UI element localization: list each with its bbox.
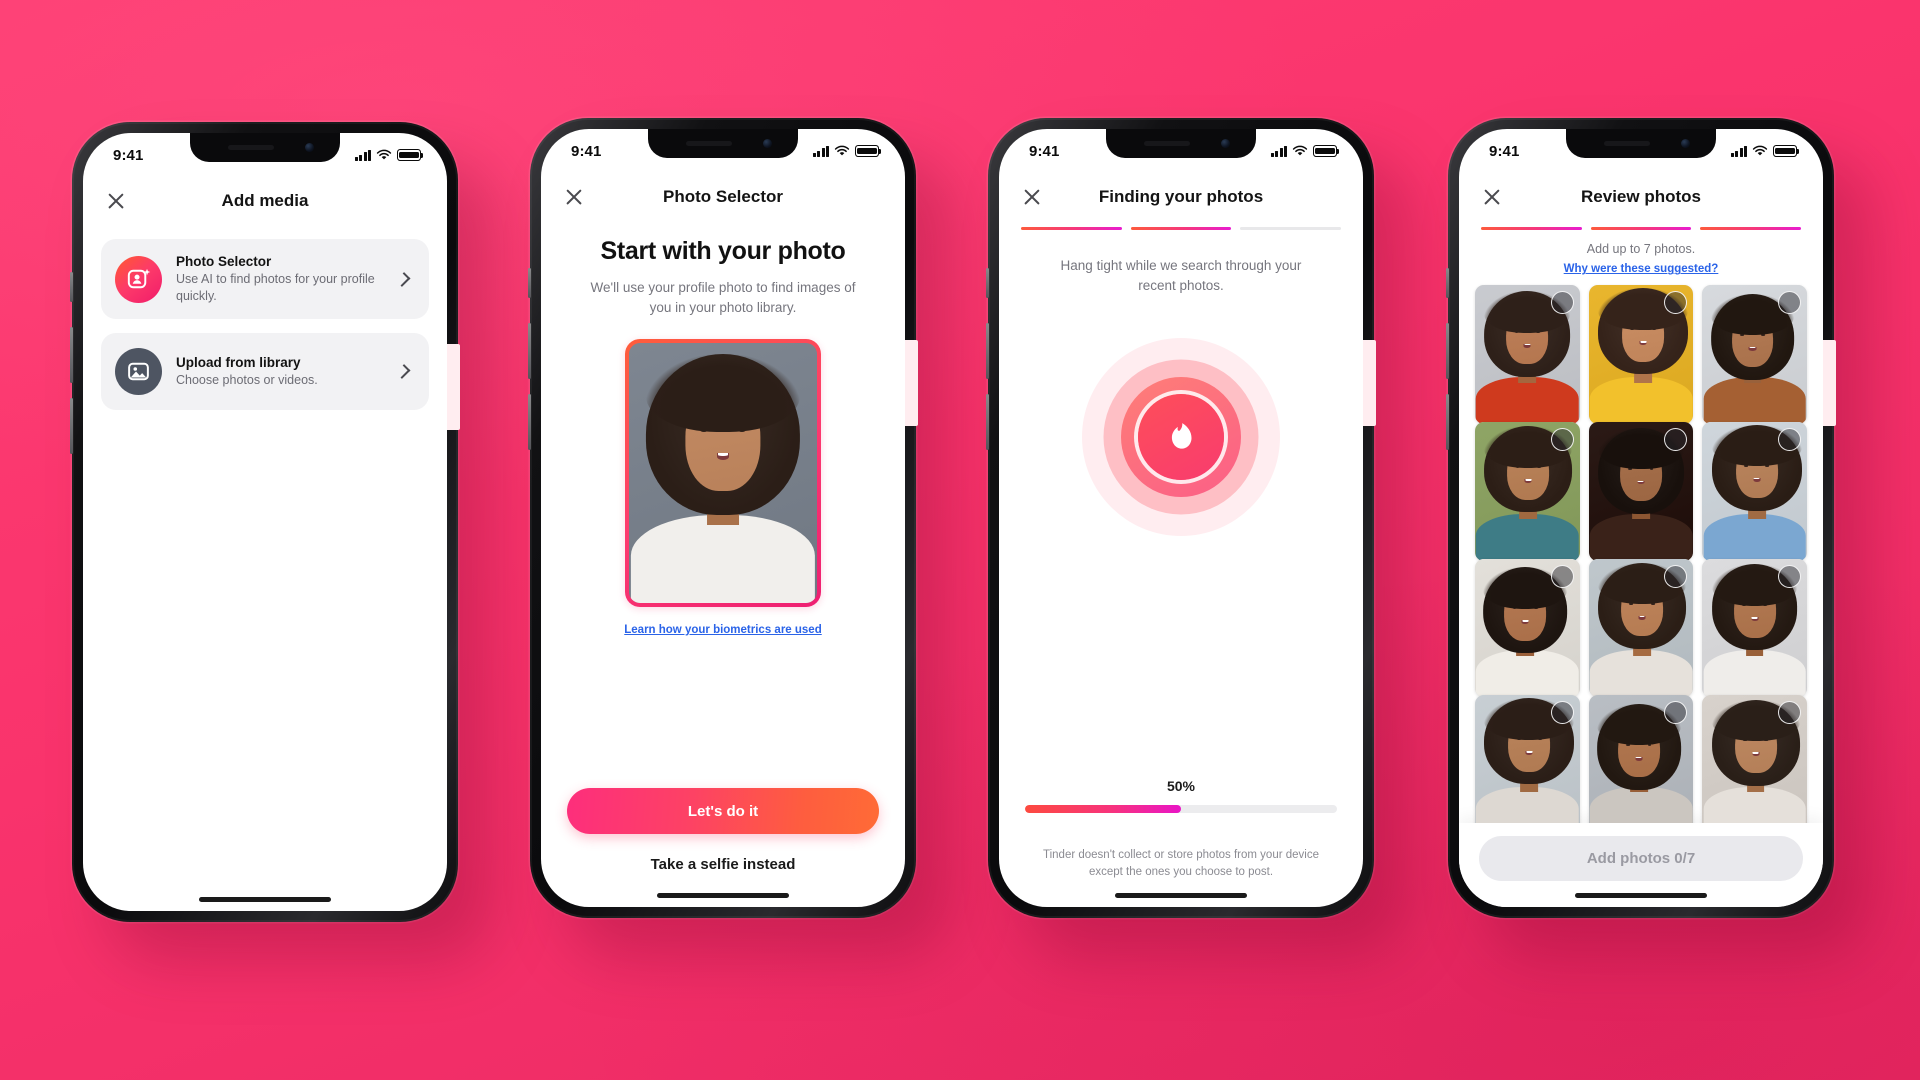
- privacy-disclaimer: Tinder doesn't collect or store photos f…: [1043, 848, 1319, 878]
- photo-select-toggle[interactable]: [1550, 291, 1574, 315]
- notch: [1106, 129, 1256, 158]
- cellular-signal-icon: [1730, 145, 1747, 157]
- photo-select-toggle[interactable]: [1777, 564, 1801, 588]
- photo-select-toggle[interactable]: [1664, 564, 1688, 588]
- nav-bar: Add media: [83, 177, 447, 225]
- step-progress-indicator: [1459, 221, 1823, 231]
- nav-bar: Finding your photos: [999, 173, 1363, 221]
- phone-mockup-add-media: 9:41 Add media Photo Selector Use AI to …: [70, 122, 460, 922]
- photo-selector-ai-icon: [115, 255, 162, 303]
- phone-mockup-review-photos: 9:41 Review photos Add up to 7 photos. W…: [1446, 118, 1836, 918]
- screen-photo-selector: 9:41 Photo Selector Start with your phot…: [541, 129, 905, 907]
- photo-grid-cell[interactable]: [1702, 558, 1807, 698]
- photo-grid-cell[interactable]: [1702, 285, 1807, 425]
- status-time: 9:41: [113, 146, 144, 164]
- photo-grid-cell[interactable]: [1475, 695, 1580, 823]
- home-indicator: [1575, 893, 1707, 898]
- heading: Start with your photo: [600, 237, 846, 265]
- status-time: 9:41: [1029, 142, 1060, 160]
- wifi-icon: [834, 145, 850, 156]
- screen-add-media: 9:41 Add media Photo Selector Use AI to …: [83, 133, 447, 911]
- photo-grid-cell[interactable]: [1588, 422, 1694, 561]
- biometrics-link[interactable]: Learn how your biometrics are used: [624, 624, 821, 636]
- option-subtitle: Use AI to find photos for your profile q…: [176, 272, 375, 303]
- nav-bar: Photo Selector: [541, 173, 905, 221]
- profile-photo-frame: [625, 339, 821, 608]
- home-indicator: [1115, 893, 1247, 898]
- notch: [1566, 129, 1716, 158]
- photo-select-toggle[interactable]: [1550, 701, 1574, 725]
- photo-grid-cell[interactable]: [1702, 422, 1807, 561]
- photo-select-toggle[interactable]: [1777, 428, 1801, 452]
- page-title: Finding your photos: [1098, 187, 1264, 206]
- page-title: Add media: [221, 191, 309, 210]
- photo-limit-caption: Add up to 7 photos.: [1586, 242, 1696, 257]
- cellular-signal-icon: [1270, 145, 1287, 157]
- notch: [648, 129, 798, 158]
- wifi-icon: [376, 149, 392, 160]
- suggested-photo-grid[interactable]: [1459, 275, 1823, 823]
- photo-select-toggle[interactable]: [1550, 564, 1574, 588]
- cellular-signal-icon: [812, 145, 829, 157]
- page-title: Review photos: [1581, 187, 1701, 206]
- media-option-list: Photo Selector Use AI to find photos for…: [83, 225, 447, 410]
- progress-percentage: 50%: [1166, 777, 1196, 794]
- photo-select-toggle[interactable]: [1550, 428, 1574, 452]
- close-icon[interactable]: [105, 190, 127, 212]
- photo-grid-cell[interactable]: [1702, 695, 1807, 823]
- progress-bar: [1025, 804, 1337, 813]
- nav-bar: Review photos: [1459, 173, 1823, 221]
- notch: [190, 133, 340, 162]
- option-photo-selector[interactable]: Photo Selector Use AI to find photos for…: [101, 239, 429, 319]
- wifi-icon: [1292, 145, 1308, 156]
- photo-grid-cell[interactable]: [1475, 558, 1580, 698]
- add-photos-button[interactable]: Add photos 0/7: [1479, 836, 1803, 881]
- page-title: Photo Selector: [663, 187, 783, 206]
- close-icon[interactable]: [563, 186, 585, 208]
- chevron-right-icon: [395, 364, 411, 379]
- status-time: 9:41: [1489, 142, 1520, 160]
- screen-finding-your-photos: 9:41 Finding your photos Hang tight whil…: [999, 129, 1363, 907]
- option-title: Photo Selector: [176, 254, 272, 269]
- lets-do-it-button[interactable]: Let's do it: [567, 788, 879, 834]
- battery-icon: [397, 149, 424, 161]
- status-time: 9:41: [571, 142, 602, 160]
- subtitle: We'll use your profile photo to find ima…: [590, 280, 856, 315]
- battery-icon: [855, 145, 882, 157]
- photo-grid-cell[interactable]: [1475, 285, 1580, 425]
- phone-mockup-stage: 9:41 Add media Photo Selector Use AI to …: [0, 0, 1920, 1080]
- take-a-selfie-instead-button[interactable]: Take a selfie instead: [651, 856, 796, 873]
- option-title: Upload from library: [176, 354, 301, 370]
- close-icon[interactable]: [1021, 186, 1043, 208]
- photo-grid-cell[interactable]: [1588, 558, 1694, 698]
- home-indicator: [657, 893, 789, 898]
- battery-icon: [1773, 145, 1800, 157]
- wifi-icon: [1752, 145, 1768, 156]
- phone-mockup-photo-selector: 9:41 Photo Selector Start with your phot…: [528, 118, 918, 918]
- status-message: Hang tight while we search through your …: [1060, 258, 1302, 294]
- screen-review-photos: 9:41 Review photos Add up to 7 photos. W…: [1459, 129, 1823, 907]
- why-suggested-link[interactable]: Why were these suggested?: [1459, 263, 1823, 275]
- step-progress-indicator: [999, 221, 1363, 231]
- image-library-icon: [115, 348, 162, 395]
- option-upload-from-library[interactable]: Upload from library Choose photos or vid…: [101, 333, 429, 410]
- cellular-signal-icon: [354, 149, 371, 161]
- photo-grid-cell[interactable]: [1588, 285, 1694, 425]
- battery-icon: [1313, 145, 1340, 157]
- profile-photo: [629, 343, 817, 604]
- home-indicator: [199, 897, 331, 902]
- phone-mockup-finding-photos: 9:41 Finding your photos Hang tight whil…: [986, 118, 1376, 918]
- chevron-right-icon: [395, 271, 411, 287]
- photo-grid-cell[interactable]: [1588, 695, 1694, 823]
- close-icon[interactable]: [1481, 186, 1503, 208]
- photo-grid-cell[interactable]: [1475, 422, 1580, 561]
- loading-pulse-animation: [1082, 338, 1280, 537]
- option-subtitle: Choose photos or videos.: [176, 372, 318, 387]
- tinder-flame-icon: [1171, 423, 1192, 450]
